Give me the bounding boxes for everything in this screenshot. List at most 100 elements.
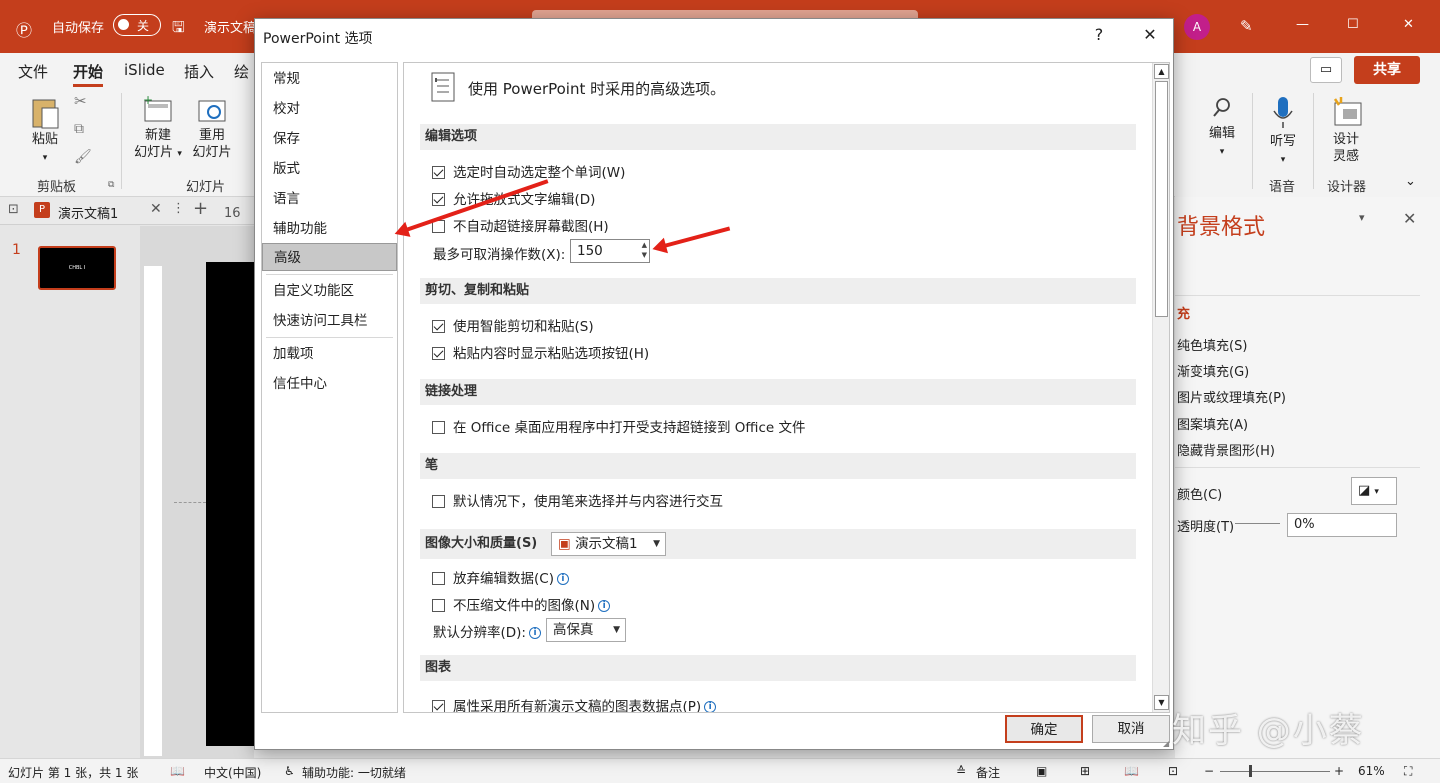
nav-proofing[interactable]: 校对 [262, 95, 397, 123]
option-no-compress[interactable]: 不压缩文件中的图像(N) i [432, 594, 611, 614]
tab-islide[interactable]: iSlide [124, 61, 165, 79]
tab-file[interactable]: 文件 [18, 61, 48, 82]
nav-save[interactable]: 保存 [262, 125, 397, 153]
zoom-out-icon[interactable]: − [1204, 764, 1214, 778]
scroll-up-icon[interactable]: ▲ [1154, 64, 1169, 79]
new-tab-icon[interactable]: + [193, 198, 208, 219]
designer-button[interactable]: 设计 灵感 [1325, 95, 1367, 165]
nav-trust-center[interactable]: 信任中心 [262, 370, 397, 398]
normal-view-icon[interactable]: ▣ [1036, 764, 1047, 778]
sorter-view-icon[interactable]: ⊞ [1080, 764, 1090, 778]
avatar[interactable]: A [1184, 14, 1210, 40]
spellcheck-icon[interactable]: 📖 [170, 764, 185, 778]
option-smart-cut[interactable]: 使用智能剪切和粘贴(S) [432, 315, 594, 335]
checkbox[interactable] [432, 347, 445, 360]
nav-advanced[interactable]: 高级 [262, 243, 397, 271]
ok-button[interactable]: 确定 [1005, 715, 1083, 743]
info-icon[interactable]: i [704, 701, 717, 712]
nav-addins[interactable]: 加载项 [262, 340, 397, 368]
minimize-button[interactable]: — [1296, 17, 1309, 32]
pane-options-icon[interactable]: ▾ [1359, 211, 1365, 224]
nav-accessibility[interactable]: 辅助功能 [262, 215, 397, 243]
checkbox[interactable] [432, 599, 445, 612]
undo-count-input[interactable]: 150 ▲ ▼ [570, 239, 650, 263]
spinner-arrows-icon[interactable]: ▲ ▼ [642, 240, 647, 260]
help-button[interactable]: ? [1084, 25, 1114, 44]
slide-thumbnail[interactable]: CHBL I [38, 246, 116, 290]
picture-fill-option[interactable]: 图片或纹理填充(P) [1177, 387, 1286, 406]
checkbox[interactable] [432, 320, 445, 333]
zoom-slider-thumb[interactable] [1249, 765, 1252, 777]
nav-quick-access[interactable]: 快速访问工具栏 [262, 307, 397, 335]
clipboard-launcher-icon[interactable]: ⧉ [108, 177, 114, 194]
option-pen-default[interactable]: 默认情况下，使用笔来选择并与内容进行交互 [432, 490, 723, 510]
dictate-button[interactable]: 听写 ▾ [1267, 95, 1299, 169]
doc-tab-name[interactable]: 演示文稿1 [58, 203, 118, 222]
checkbox[interactable] [432, 166, 445, 179]
option-select-whole-word[interactable]: 选定时自动选定整个单词(W) [432, 161, 625, 181]
tab-home[interactable]: 开始 [73, 61, 104, 87]
transparency-input[interactable]: 0% [1287, 513, 1397, 537]
zoom-in-icon[interactable]: + [1334, 764, 1344, 778]
tab-insert[interactable]: 插入 [184, 61, 214, 82]
option-discard-edit[interactable]: 放弃编辑数据(C) i [432, 567, 569, 587]
checkbox[interactable] [432, 495, 445, 508]
resize-grip-icon[interactable]: ◢ [1163, 739, 1169, 748]
scroll-down-icon[interactable]: ▼ [1154, 695, 1169, 710]
nav-layout[interactable]: 版式 [262, 155, 397, 183]
format-painter-icon[interactable]: 🖌 [74, 149, 92, 166]
resolution-select[interactable]: 高保真 ▼ [546, 618, 626, 642]
edit-button[interactable]: 编辑 ▾ [1207, 95, 1237, 161]
zoom-slider[interactable] [1220, 771, 1330, 772]
nav-general[interactable]: 常规 [262, 65, 397, 93]
tab-draw[interactable]: 绘 [234, 61, 249, 82]
gradient-fill-option[interactable]: 渐变填充(G) [1177, 361, 1249, 380]
sidebar-toggle-icon[interactable]: ⊡ [8, 202, 19, 217]
slideshow-icon[interactable]: ⊡ [1168, 764, 1178, 778]
content-scrollbar[interactable]: ▲ ▼ [1152, 63, 1169, 712]
window-close-button[interactable]: ✕ [1403, 17, 1414, 32]
checkbox[interactable] [432, 700, 445, 712]
autosave-toggle[interactable]: 关 [113, 14, 161, 36]
transparency-slider[interactable] [1235, 523, 1280, 524]
hide-background-option[interactable]: 隐藏背景图形(H) [1177, 440, 1275, 459]
info-icon[interactable]: i [556, 573, 569, 585]
more-icon[interactable]: ⋮ [172, 201, 185, 216]
option-chart-data[interactable]: 属性采用所有新演示文稿的图表数据点(P) i [432, 695, 717, 712]
info-icon[interactable]: i [598, 600, 611, 612]
pane-close-icon[interactable]: ✕ [1403, 209, 1416, 228]
color-picker-button[interactable]: ◪ ▾ [1351, 477, 1397, 505]
dialog-close-button[interactable]: ✕ [1135, 25, 1165, 44]
comment-icon[interactable]: ▭ [1310, 57, 1342, 83]
save-icon[interactable]: 🖫 [172, 17, 185, 42]
close-tab-icon[interactable]: ✕ [150, 201, 162, 217]
copy-icon[interactable]: ⧉ [74, 121, 84, 138]
fit-window-icon[interactable]: ⛶ [1404, 764, 1412, 779]
maximize-button[interactable]: ☐ [1347, 17, 1359, 32]
scrollbar-thumb[interactable] [1155, 81, 1168, 317]
cut-icon[interactable]: ✂ [74, 93, 87, 110]
notes-button[interactable]: 备注 [976, 764, 1000, 781]
info-icon[interactable]: i [528, 627, 541, 639]
share-button[interactable]: 共享 [1354, 56, 1420, 84]
option-paste-options[interactable]: 粘贴内容时显示粘贴选项按钮(H) [432, 342, 649, 362]
language-status[interactable]: 中文(中国) [204, 764, 261, 781]
nav-customize-ribbon[interactable]: 自定义功能区 [262, 277, 397, 305]
collapse-ribbon-icon[interactable]: ⌄ [1405, 173, 1416, 190]
new-slide-button[interactable]: + 新建 幻灯片 ▾ [132, 95, 184, 163]
slide-canvas[interactable] [206, 262, 254, 746]
nav-language[interactable]: 语言 [262, 185, 397, 213]
checkbox[interactable] [432, 421, 445, 434]
paste-button[interactable]: 粘贴 ▾ [28, 95, 62, 167]
reuse-slide-button[interactable]: 重用 幻灯片 [190, 95, 234, 161]
zoom-level[interactable]: 61% [1358, 764, 1385, 778]
pen-icon[interactable]: ✎ [1240, 17, 1253, 35]
option-no-hyperlink[interactable]: 不自动超链接屏幕截图(H) [432, 215, 609, 235]
image-doc-select[interactable]: ▣ 演示文稿1 ▼ [551, 532, 666, 556]
reading-view-icon[interactable]: 📖 [1124, 764, 1139, 778]
checkbox[interactable] [432, 572, 445, 585]
option-office-links[interactable]: 在 Office 桌面应用程序中打开受支持超链接到 Office 文件 [432, 416, 805, 436]
cancel-button[interactable]: 取消 [1092, 715, 1170, 743]
checkbox[interactable] [432, 193, 445, 206]
pattern-fill-option[interactable]: 图案填充(A) [1177, 414, 1248, 433]
